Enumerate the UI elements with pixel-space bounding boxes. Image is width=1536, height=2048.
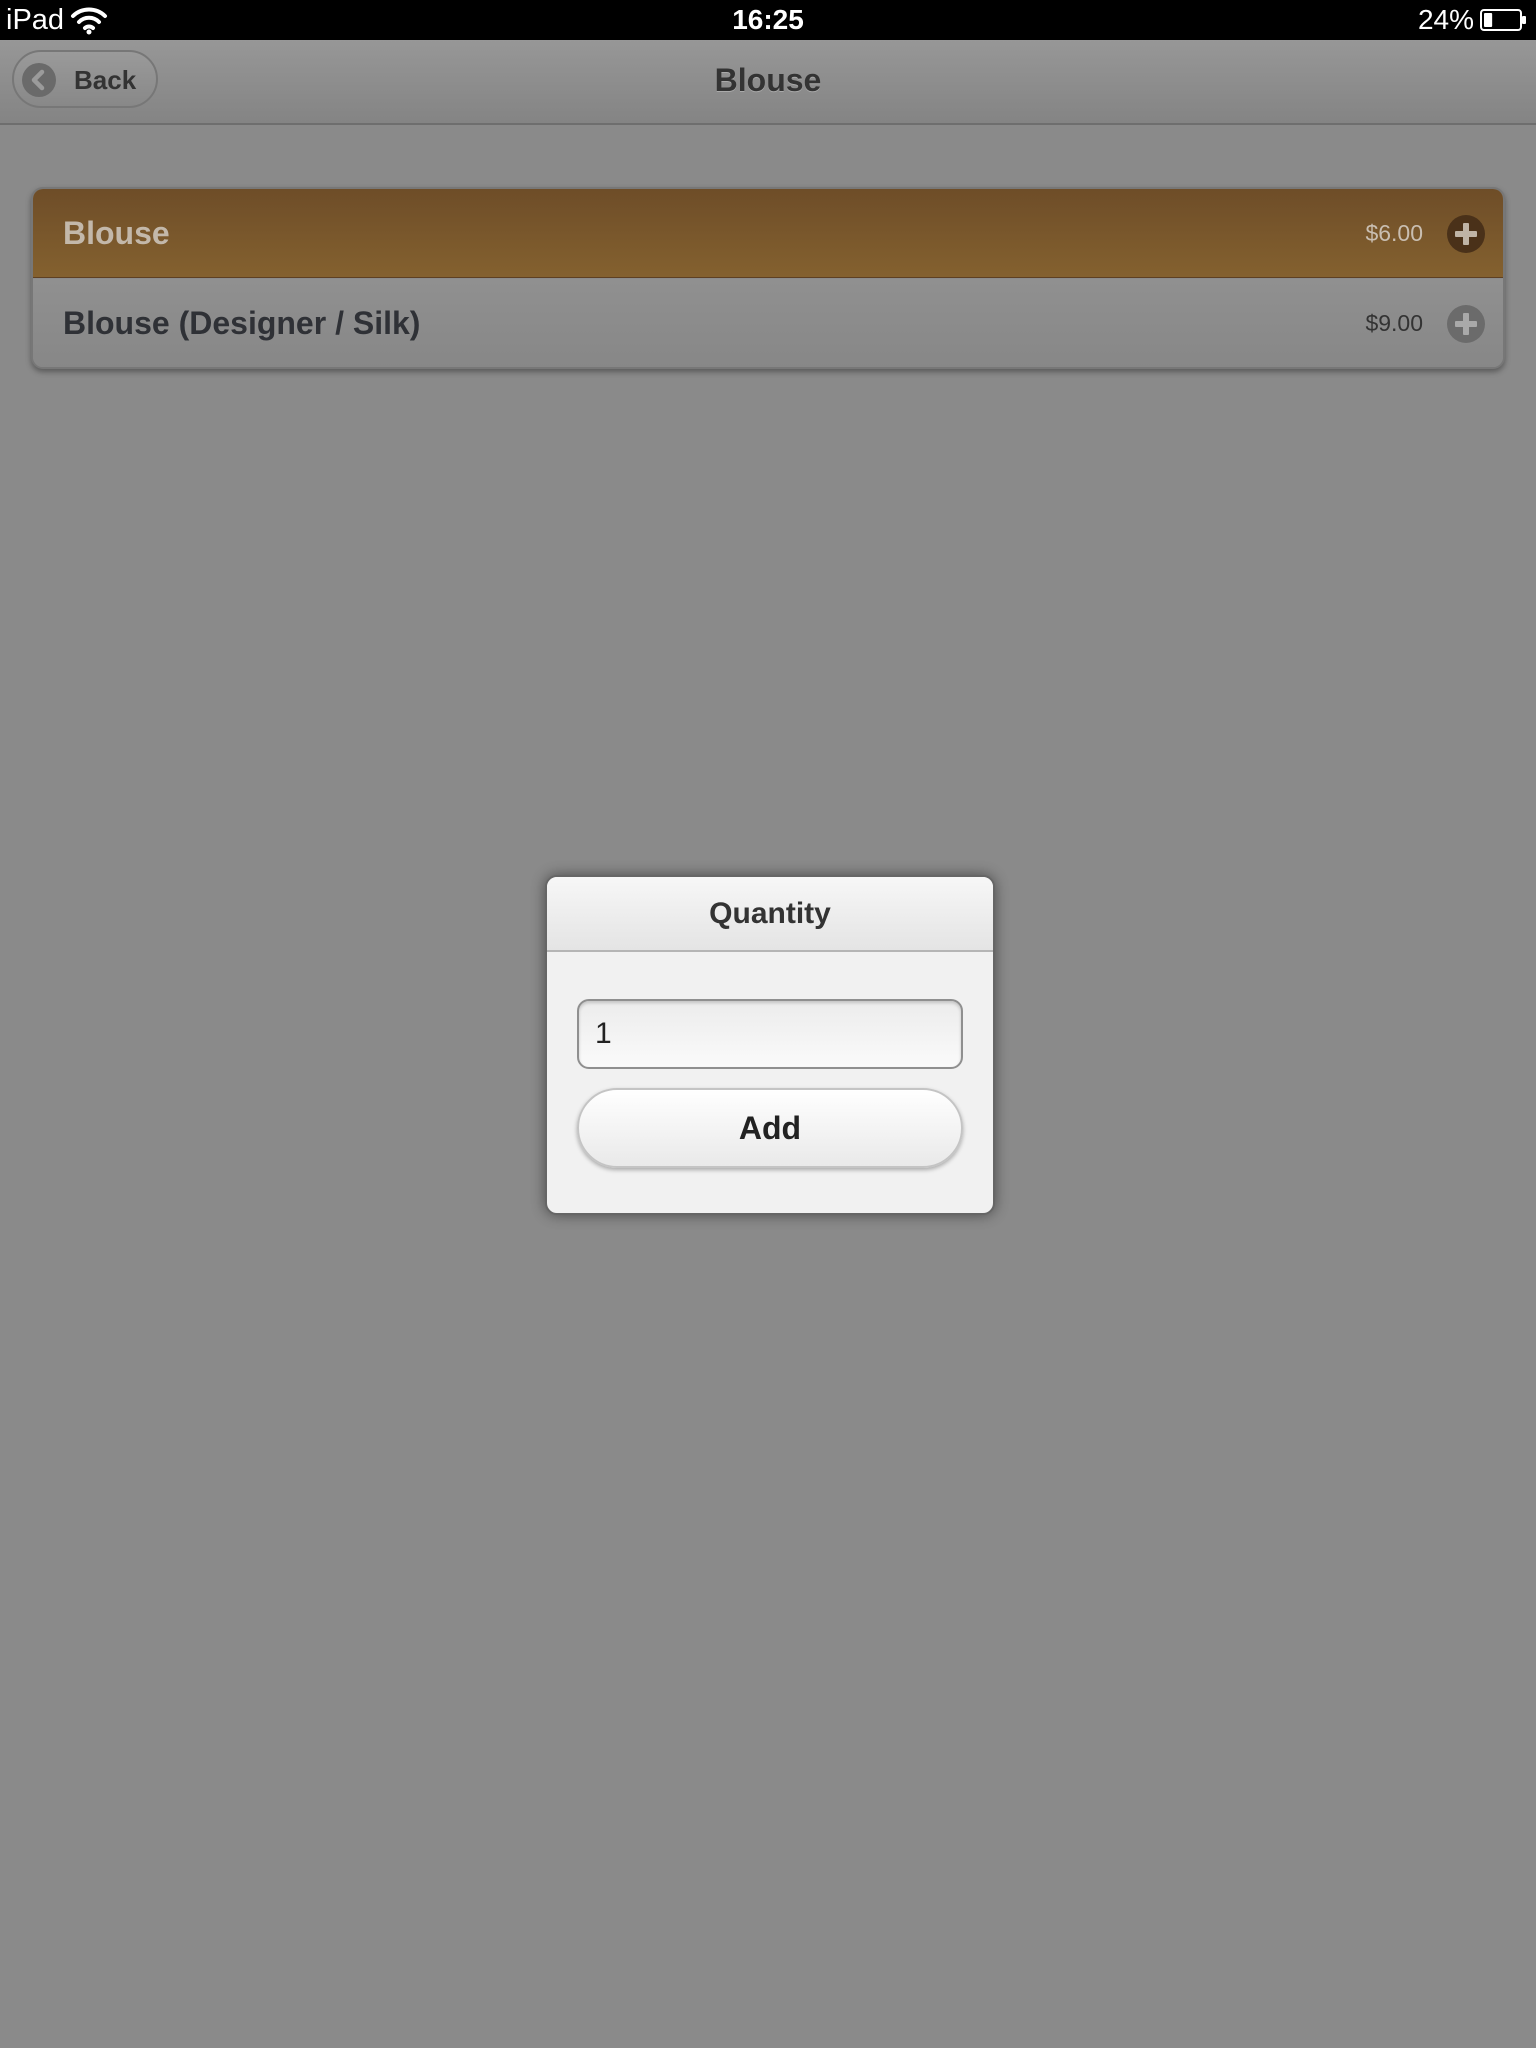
item-name: Blouse <box>63 215 170 251</box>
chevron-left-icon <box>22 63 56 97</box>
add-button[interactable]: Add <box>577 1088 963 1168</box>
back-button[interactable]: Back <box>12 50 158 108</box>
nav-header: Blouse Back <box>0 40 1536 125</box>
status-time: 16:25 <box>732 4 804 35</box>
quantity-input[interactable] <box>577 999 963 1069</box>
battery-fill <box>1484 13 1493 27</box>
dialog-title: Quantity <box>709 897 831 930</box>
product-list: Blouse $6.00 Blouse (Designer / Silk) $9… <box>31 187 1505 369</box>
battery-percent: 24% <box>1417 4 1474 35</box>
status-bar: iPad 16:25 24% <box>0 0 1536 40</box>
plus-circle-icon[interactable] <box>1447 215 1485 253</box>
item-price: $6.00 <box>1365 220 1423 246</box>
quantity-dialog: Quantity Add <box>545 875 995 1215</box>
list-item-blouse-designer-silk[interactable]: Blouse (Designer / Silk) $9.00 <box>33 279 1503 367</box>
dialog-header: Quantity <box>547 877 993 952</box>
item-price: $9.00 <box>1365 310 1423 336</box>
item-name: Blouse (Designer / Silk) <box>63 305 421 341</box>
plus-circle-icon[interactable] <box>1447 305 1485 343</box>
list-item-blouse[interactable]: Blouse $6.00 <box>33 189 1503 278</box>
battery-icon <box>1480 9 1528 31</box>
back-label: Back <box>74 65 137 95</box>
page-title: Blouse <box>714 62 822 98</box>
